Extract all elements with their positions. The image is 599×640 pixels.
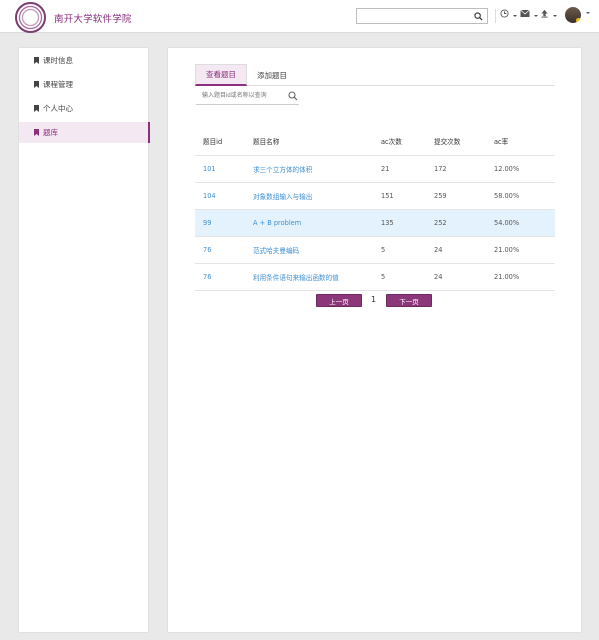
table-row[interactable]: 76 利用条件语句来输出函数的值 5 24 21.00% bbox=[195, 263, 555, 291]
account-menu-toggle[interactable] bbox=[584, 9, 590, 23]
ac-count: 151 bbox=[373, 182, 426, 210]
column-header: 题目id bbox=[195, 128, 245, 156]
ac-rate: 58.00% bbox=[486, 182, 555, 210]
sidebar-item-label: 课程管理 bbox=[43, 80, 73, 89]
ac-count: 5 bbox=[373, 263, 426, 291]
question-id-link[interactable]: 99 bbox=[195, 209, 245, 237]
question-filter bbox=[196, 89, 299, 105]
column-header: 题目名称 bbox=[245, 128, 373, 156]
header-divider bbox=[495, 9, 496, 23]
table-row[interactable]: 76 范式哈夫曼编码 5 24 21.00% bbox=[195, 236, 555, 264]
ac-count: 135 bbox=[373, 209, 426, 237]
question-id-link[interactable]: 104 bbox=[195, 182, 245, 210]
next-page-button[interactable]: 下一页 bbox=[386, 294, 432, 307]
main-panel: 查看题目 添加题目 题目id 题目名称 ac次数 提交次数 ac率 101 求三… bbox=[167, 47, 582, 633]
bookmark-icon bbox=[34, 81, 39, 88]
question-table: 题目id 题目名称 ac次数 提交次数 ac率 101 求三个立方体的体积 21… bbox=[195, 128, 555, 291]
global-search bbox=[356, 8, 488, 24]
question-name-link[interactable]: 范式哈夫曼编码 bbox=[245, 236, 373, 264]
top-header: 南开大学软件学院 bbox=[0, 0, 599, 33]
question-id-link[interactable]: 76 bbox=[195, 236, 245, 264]
messages-menu[interactable] bbox=[520, 9, 539, 23]
chevron-down-icon bbox=[586, 12, 590, 14]
ac-rate: 54.00% bbox=[486, 209, 555, 237]
column-header: 提交次数 bbox=[426, 128, 486, 156]
university-logo[interactable] bbox=[15, 2, 46, 33]
question-name-link[interactable]: 对象数组输入与输出 bbox=[245, 182, 373, 210]
table-header-row: 题目id 题目名称 ac次数 提交次数 ac率 bbox=[195, 128, 555, 156]
table-row[interactable]: 99 A + B problem 135 252 54.00% bbox=[195, 209, 555, 237]
column-header: ac次数 bbox=[373, 128, 426, 156]
question-search-input[interactable] bbox=[196, 89, 282, 103]
tab-view-questions[interactable]: 查看题目 bbox=[195, 64, 247, 86]
table-row[interactable]: 101 求三个立方体的体积 21 172 12.00% bbox=[195, 155, 555, 183]
current-page-number: 1 bbox=[371, 295, 377, 304]
submit-count: 172 bbox=[426, 155, 486, 183]
tab-bar: 查看题目 添加题目 bbox=[195, 64, 555, 86]
sidebar-item-label: 课时信息 bbox=[43, 56, 73, 65]
chevron-down-icon bbox=[534, 15, 539, 17]
search-icon[interactable] bbox=[288, 91, 298, 103]
question-name-link[interactable]: 求三个立方体的体积 bbox=[245, 155, 373, 183]
ac-count: 5 bbox=[373, 236, 426, 264]
chevron-down-icon bbox=[513, 15, 518, 17]
notification-dot bbox=[576, 18, 581, 23]
column-header: ac率 bbox=[486, 128, 555, 156]
sidebar: 课时信息 课程管理 个人中心 题库 bbox=[18, 47, 150, 633]
question-id-link[interactable]: 101 bbox=[195, 155, 245, 183]
question-name-link[interactable]: A + B problem bbox=[245, 209, 373, 237]
bookmark-icon bbox=[34, 105, 39, 112]
sidebar-item-course-management[interactable]: 课程管理 bbox=[19, 74, 150, 95]
bookmark-icon bbox=[34, 57, 39, 64]
avatar[interactable] bbox=[565, 7, 581, 23]
bookmark-icon bbox=[34, 129, 39, 136]
submit-count: 252 bbox=[426, 209, 486, 237]
search-icon[interactable] bbox=[474, 12, 483, 23]
prev-page-button[interactable]: 上一页 bbox=[316, 294, 362, 307]
ac-rate: 12.00% bbox=[486, 155, 555, 183]
upload-menu[interactable] bbox=[540, 9, 558, 23]
ac-count: 21 bbox=[373, 155, 426, 183]
sidebar-item-question-bank[interactable]: 题库 bbox=[19, 122, 150, 143]
mail-icon bbox=[520, 9, 532, 20]
upload-icon bbox=[540, 9, 551, 20]
search-input[interactable] bbox=[357, 9, 472, 23]
ac-rate: 21.00% bbox=[486, 263, 555, 291]
tab-add-question[interactable]: 添加题目 bbox=[247, 64, 297, 86]
question-id-link[interactable]: 76 bbox=[195, 263, 245, 291]
sidebar-item-label: 个人中心 bbox=[43, 104, 73, 113]
chevron-down-icon bbox=[553, 15, 558, 17]
site-title[interactable]: 南开大学软件学院 bbox=[54, 11, 132, 25]
sidebar-item-label: 题库 bbox=[43, 128, 58, 137]
question-name-link[interactable]: 利用条件语句来输出函数的值 bbox=[245, 263, 373, 291]
sidebar-item-personal-center[interactable]: 个人中心 bbox=[19, 98, 150, 119]
submit-count: 259 bbox=[426, 182, 486, 210]
history-menu[interactable] bbox=[500, 9, 518, 23]
ac-rate: 21.00% bbox=[486, 236, 555, 264]
sidebar-item-class-info[interactable]: 课时信息 bbox=[19, 50, 150, 71]
submit-count: 24 bbox=[426, 236, 486, 264]
table-row[interactable]: 104 对象数组输入与输出 151 259 58.00% bbox=[195, 182, 555, 210]
clock-icon bbox=[500, 9, 511, 20]
submit-count: 24 bbox=[426, 263, 486, 291]
